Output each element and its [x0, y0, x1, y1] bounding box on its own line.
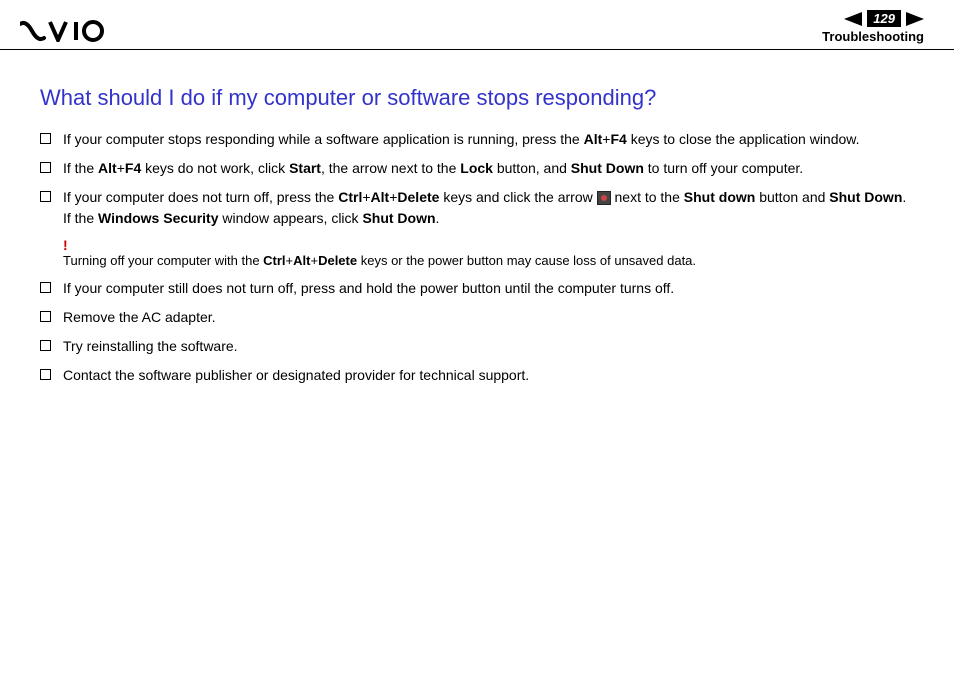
- nav-prev-icon[interactable]: [844, 12, 862, 26]
- bullet-marker-icon: [40, 340, 51, 351]
- bullet-marker-icon: [40, 369, 51, 380]
- bullet-marker-icon: [40, 311, 51, 322]
- bullet-item: If your computer stops responding while …: [40, 129, 914, 150]
- header-right: 129 Troubleshooting: [822, 10, 924, 44]
- bullet-item: If the Alt+F4 keys do not work, click St…: [40, 158, 914, 179]
- warning-mark-icon: !: [63, 237, 914, 253]
- nav-next-icon[interactable]: [906, 12, 924, 26]
- section-name: Troubleshooting: [822, 29, 924, 44]
- bullet-text: If your computer does not turn off, pres…: [63, 187, 914, 229]
- warning-text: Turning off your computer with the Ctrl+…: [63, 253, 914, 268]
- page-number: 129: [867, 10, 901, 27]
- bullet-marker-icon: [40, 282, 51, 293]
- bullet-text: Try reinstalling the software.: [63, 336, 914, 357]
- bullet-marker-icon: [40, 133, 51, 144]
- bullet-item: If your computer does not turn off, pres…: [40, 187, 914, 229]
- bullet-marker-icon: [40, 191, 51, 202]
- page-nav: 129: [822, 10, 924, 27]
- bullet-text: If your computer still does not turn off…: [63, 278, 914, 299]
- bullet-item: If your computer still does not turn off…: [40, 278, 914, 299]
- bullet-text: Contact the software publisher or design…: [63, 365, 914, 386]
- vaio-logo: [20, 20, 120, 42]
- page-header: 129 Troubleshooting: [0, 0, 954, 50]
- bullet-item: Try reinstalling the software.: [40, 336, 914, 357]
- bullet-marker-icon: [40, 162, 51, 173]
- bullet-list: If your computer stops responding while …: [40, 129, 914, 386]
- shutdown-arrow-icon: [597, 191, 611, 205]
- bullet-text: If your computer stops responding while …: [63, 129, 914, 150]
- bullet-item: Remove the AC adapter.: [40, 307, 914, 328]
- bullet-text: If the Alt+F4 keys do not work, click St…: [63, 158, 914, 179]
- bullet-item: Contact the software publisher or design…: [40, 365, 914, 386]
- page-title: What should I do if my computer or softw…: [40, 85, 914, 111]
- bullet-text: Remove the AC adapter.: [63, 307, 914, 328]
- content: What should I do if my computer or softw…: [0, 50, 954, 414]
- warning-block: !Turning off your computer with the Ctrl…: [63, 237, 914, 268]
